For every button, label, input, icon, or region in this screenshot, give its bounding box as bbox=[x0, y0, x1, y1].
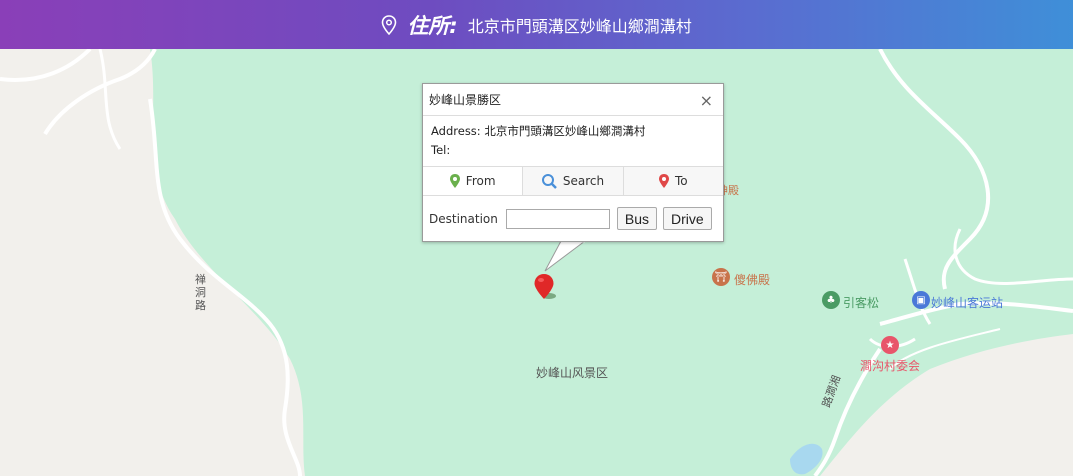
location-pin-icon bbox=[381, 14, 397, 35]
bus-station-label: 妙峰山客运站 bbox=[931, 296, 1004, 310]
popup-title-bar: 妙峰山景勝区 × bbox=[423, 84, 723, 116]
pine-label: 引客松 bbox=[843, 296, 880, 310]
red-pin-icon bbox=[659, 174, 669, 188]
destination-label: Destination bbox=[429, 211, 498, 226]
temple-icon[interactable]: ⛩ bbox=[712, 268, 730, 286]
info-popup: 妙峰山景勝区 × Address: 北京市門頭溝区妙峰山鄉澗溝村 Tel: Fr… bbox=[422, 83, 724, 242]
tel-row: Tel: bbox=[431, 141, 715, 160]
star-icon[interactable]: ★ bbox=[881, 336, 899, 354]
popup-info: Address: 北京市門頭溝区妙峰山鄉澗溝村 Tel: bbox=[423, 116, 723, 167]
map-marker-icon[interactable] bbox=[534, 274, 558, 302]
tree-icon[interactable]: ♣ bbox=[822, 291, 840, 309]
road-label-left: 禅洞路 bbox=[195, 273, 206, 312]
address-value: 北京市門頭溝区妙峰山鄉澗溝村 bbox=[484, 124, 646, 138]
popup-title: 妙峰山景勝区 bbox=[429, 93, 502, 107]
scenic-area-label: 妙峰山风景区 bbox=[536, 366, 609, 380]
tab-search-label: Search bbox=[562, 174, 605, 188]
green-pin-icon bbox=[449, 174, 460, 188]
tab-search[interactable]: Search bbox=[523, 167, 624, 195]
address-label: Address: bbox=[431, 124, 481, 138]
tel-label: Tel: bbox=[431, 143, 451, 157]
tab-from-label: From bbox=[465, 174, 496, 188]
tab-to-label: To bbox=[675, 174, 688, 188]
temple-label: 傻佛殿 bbox=[734, 273, 771, 287]
address-heading: 住所: bbox=[407, 13, 458, 38]
route-form: Destination Bus Drive bbox=[423, 196, 723, 241]
popup-tail bbox=[544, 241, 586, 272]
bus-button[interactable]: Bus bbox=[616, 207, 657, 230]
header-bar: 住所: 北京市門頭溝区妙峰山鄉澗溝村 bbox=[0, 0, 1073, 49]
tab-from[interactable]: From bbox=[423, 167, 524, 195]
header-address: 北京市門頭溝区妙峰山鄉澗溝村 bbox=[467, 16, 692, 36]
magnifier-icon bbox=[541, 173, 557, 189]
drive-button[interactable]: Drive bbox=[662, 207, 712, 230]
address-row: Address: 北京市門頭溝区妙峰山鄉澗溝村 bbox=[431, 122, 715, 141]
village-committee-label: 澗沟村委会 bbox=[860, 359, 921, 373]
bus-icon[interactable]: ▣ bbox=[912, 291, 930, 309]
route-tabs: From Search To bbox=[423, 167, 723, 196]
destination-input[interactable] bbox=[505, 208, 610, 229]
close-icon[interactable]: × bbox=[700, 91, 713, 110]
tab-to[interactable]: To bbox=[623, 167, 723, 195]
